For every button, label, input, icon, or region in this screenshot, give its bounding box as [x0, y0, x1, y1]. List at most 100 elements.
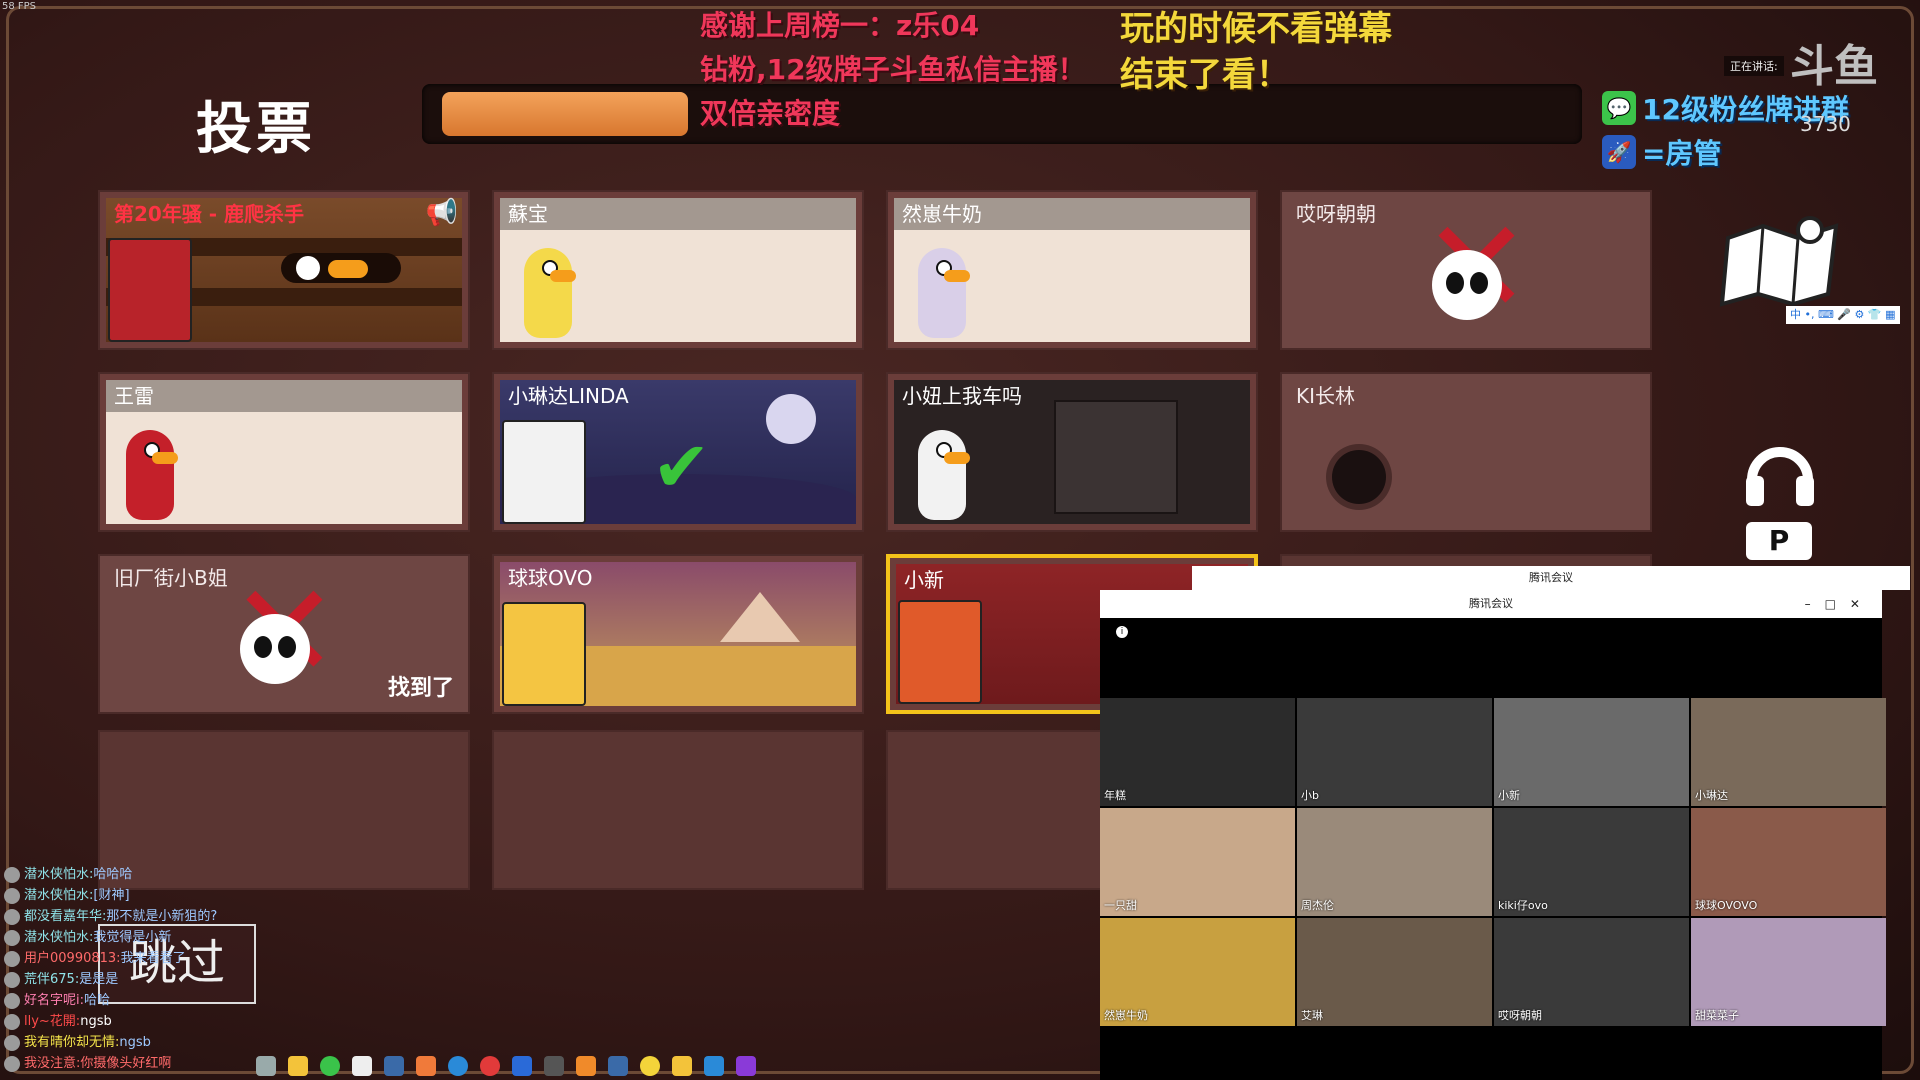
- participant-tile[interactable]: kiki仔ovo: [1494, 808, 1689, 916]
- stream-overlay-notice: 玩的时候不看弹幕 结束了看！: [1120, 6, 1392, 98]
- chat-text: 哈哈: [84, 993, 111, 1008]
- player-card[interactable]: 蘇宝: [492, 190, 864, 350]
- chat-message: 荒伴675:是是是: [4, 969, 254, 990]
- player-name: KI长林: [1296, 384, 1356, 408]
- player-card[interactable]: ✔ 小琳达LINDA: [492, 372, 864, 532]
- player-card[interactable]: 然崽牛奶: [886, 190, 1258, 350]
- player-card[interactable]: 第20年骚 - 鹿爬杀手 📢: [98, 190, 470, 350]
- participant-name: 年糕: [1104, 789, 1126, 802]
- avatar: [4, 1034, 20, 1051]
- player-card[interactable]: 球球OVO: [492, 554, 864, 714]
- app-icon[interactable]: [672, 1056, 692, 1076]
- app-icon[interactable]: [512, 1056, 532, 1076]
- vote-timer-fill: [442, 92, 689, 136]
- player-card[interactable]: 小妞上我车吗: [886, 372, 1258, 532]
- participant-name: 小b: [1301, 789, 1319, 802]
- player-name: 小妞上我车吗: [902, 384, 1022, 408]
- chat-user: 潜水侠怕水:: [24, 930, 94, 945]
- app-icon[interactable]: [736, 1056, 756, 1076]
- participant-tile[interactable]: 球球OVOVO: [1691, 808, 1886, 916]
- taskbar: [256, 1052, 856, 1080]
- player-name: 然崽牛奶: [894, 198, 1250, 230]
- participant-tile[interactable]: 小琳达: [1691, 698, 1886, 806]
- participant-name: 甜菜菜子: [1695, 1009, 1739, 1022]
- push-to-talk-key[interactable]: P: [1746, 522, 1812, 560]
- player-avatar: [898, 600, 982, 704]
- map-icon[interactable]: [1718, 208, 1848, 308]
- info-icon[interactable]: i: [1116, 626, 1128, 638]
- qq-icon[interactable]: [352, 1056, 372, 1076]
- chat-message: 都没看嘉年华:那不就是小新狙的?: [4, 906, 254, 927]
- voted-check-icon: ✔: [652, 426, 711, 508]
- player-avatar: [502, 420, 586, 524]
- overlay-line: 感谢上周榜一：z乐04: [700, 9, 980, 42]
- participant-tile[interactable]: 一只甜: [1100, 808, 1295, 916]
- stream-overlay-thanks: 感谢上周榜一：z乐04 钻粉,12级牌子斗鱼私信主播！ 双倍亲密度: [700, 4, 1086, 136]
- meeting-app-icon[interactable]: [704, 1056, 724, 1076]
- chat-user: 好名字呢i:: [24, 993, 84, 1008]
- participant-tile[interactable]: 然崽牛奶: [1100, 918, 1295, 1026]
- chat-text: 哈哈哈: [93, 867, 133, 882]
- chat-user: 我有晴你却无情:: [24, 1035, 120, 1050]
- overlay-line: 双倍亲密度: [700, 97, 841, 130]
- app-icon[interactable]: [544, 1056, 564, 1076]
- app-icon[interactable]: [416, 1056, 436, 1076]
- input-method-toolbar[interactable]: 中 •, ⌨ 🎤 ⚙ 👕 ▦: [1786, 306, 1900, 324]
- meeting-window-back-titlebar[interactable]: 腾讯会议: [1192, 566, 1910, 590]
- participant-tile[interactable]: 小新: [1494, 698, 1689, 806]
- participant-tile[interactable]: 哎呀朝朝: [1494, 918, 1689, 1026]
- chat-text: 那不就是小新狙的?: [106, 909, 218, 924]
- goose-avatar: [524, 248, 576, 338]
- window-controls[interactable]: –□✕: [1805, 590, 1874, 618]
- empty-slot: [492, 730, 864, 890]
- chat-text: 你摄像头好红啊: [80, 1056, 172, 1071]
- participant-tile[interactable]: 甜菜菜子: [1691, 918, 1886, 1026]
- skull-icon: [1432, 250, 1502, 320]
- chat-message: 我有晴你却无情:ngsb: [4, 1032, 254, 1053]
- browser-icon[interactable]: [320, 1056, 340, 1076]
- participant-tile[interactable]: 年糕: [1100, 698, 1295, 806]
- file-explorer-icon[interactable]: [288, 1056, 308, 1076]
- chat-user: 用户00990813:: [24, 951, 121, 966]
- avatar: [4, 887, 20, 904]
- player-name: 哎呀朝朝: [1296, 202, 1376, 226]
- avatar: [4, 950, 20, 967]
- participant-tile[interactable]: 周杰伦: [1297, 808, 1492, 916]
- app-icon[interactable]: [448, 1056, 468, 1076]
- avatar: [4, 992, 20, 1009]
- overlay-line: 结束了看！: [1120, 55, 1290, 95]
- meeting-titlebar[interactable]: 腾讯会议 –□✕: [1100, 590, 1882, 618]
- task-view-icon[interactable]: [256, 1056, 276, 1076]
- skull-icon: [240, 614, 310, 684]
- participant-tile[interactable]: 小b: [1297, 698, 1492, 806]
- overlay-line: 玩的时候不看弹幕: [1120, 9, 1392, 49]
- app-icon[interactable]: [640, 1056, 660, 1076]
- danmaku-chat: 潜水侠怕水: 哈哈哈 潜水侠怕水:[财神] 都没看嘉年华:那不就是小新狙的? 潜水…: [4, 864, 254, 1074]
- steam-icon[interactable]: [384, 1056, 404, 1076]
- avatar: [4, 866, 20, 883]
- player-name: 第20年骚 - 鹿爬杀手: [114, 202, 305, 226]
- app-icon[interactable]: [576, 1056, 596, 1076]
- app-icon[interactable]: [480, 1056, 500, 1076]
- speaking-indicator: 正在讲话:: [1724, 56, 1784, 76]
- meeting-title: 腾讯会议: [1469, 597, 1513, 610]
- participant-name: 然崽牛奶: [1104, 1009, 1148, 1022]
- room-number: 3730: [1800, 112, 1851, 136]
- rocket-icon: 🚀: [1602, 135, 1636, 169]
- goose-avatar: [918, 430, 970, 520]
- player-card-dead: ✕ 哎呀朝朝: [1280, 190, 1652, 350]
- headset-icon[interactable]: [1740, 430, 1820, 510]
- participant-name: 小新: [1498, 789, 1520, 802]
- bullet-hole-icon: [1332, 450, 1386, 504]
- avatar: [4, 1013, 20, 1030]
- wechat-icon: 💬: [1602, 91, 1636, 125]
- chat-message: 潜水侠怕水:[财神]: [4, 885, 254, 906]
- meeting-window[interactable]: 腾讯会议 –□✕ i 年糕 小b 小新 小琳达 一只甜 周杰伦 kiki仔ovo…: [1100, 590, 1886, 1080]
- chat-user: 我没注意:: [24, 1056, 81, 1071]
- steam-icon[interactable]: [608, 1056, 628, 1076]
- chat-message: 潜水侠怕水:我觉得是小新: [4, 927, 254, 948]
- participant-tile[interactable]: 艾琳: [1297, 918, 1492, 1026]
- player-card[interactable]: 王雷: [98, 372, 470, 532]
- participant-name: 小琳达: [1695, 789, 1728, 802]
- player-avatar: [108, 238, 192, 342]
